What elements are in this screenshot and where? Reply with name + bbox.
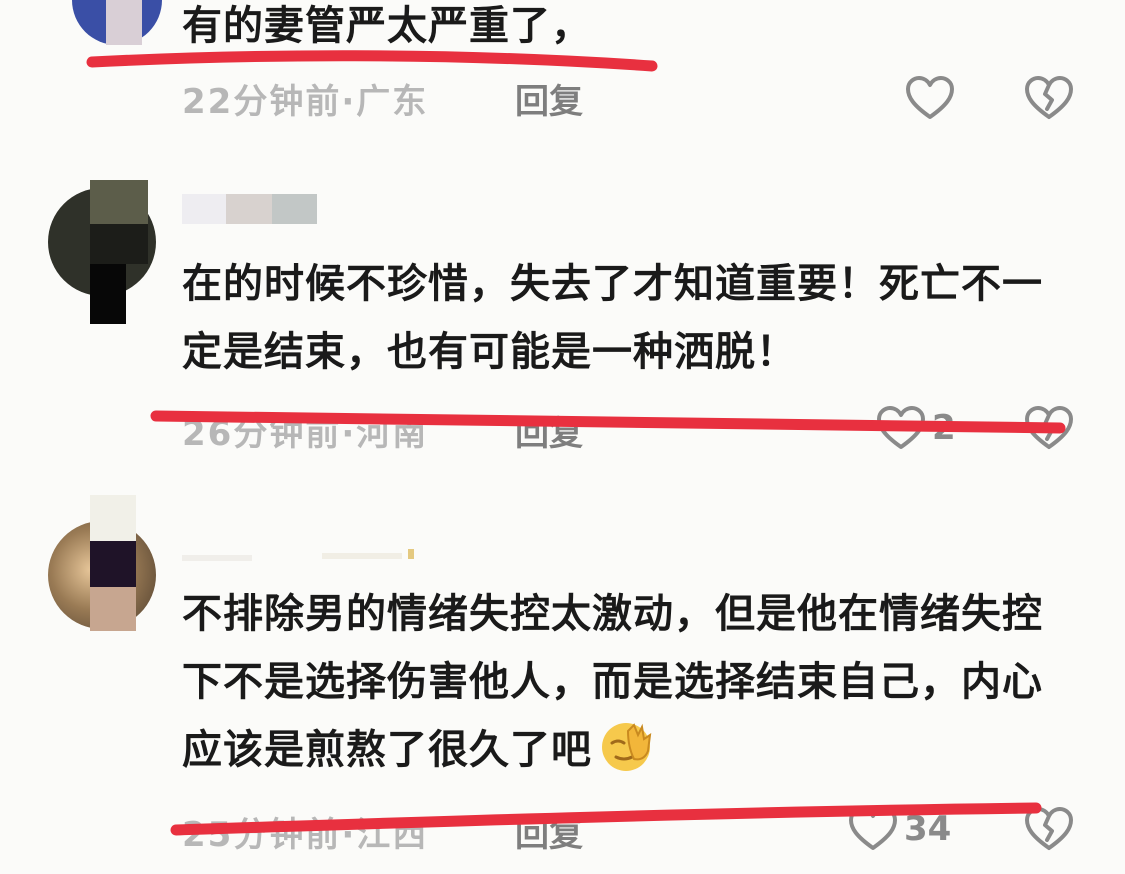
broken-heart-icon[interactable]	[1024, 404, 1074, 452]
heart-outline-icon	[906, 76, 954, 119]
comment-3: 不排除男的情绪失控太激动，但是他在情绪失控下不是选择伤害他人，而是选择结束自己，…	[0, 495, 1125, 874]
meta-separator: ·	[341, 414, 357, 454]
comment-text: 有的妻管严太严重了，	[182, 3, 592, 49]
comment-text: 不排除男的情绪失控太激动，但是他在情绪失控下不是选择伤害他人，而是选择结束自己，…	[182, 580, 1052, 784]
comment-location: 河南	[356, 414, 429, 454]
broken-heart-icon[interactable]	[1024, 74, 1074, 122]
comment-text: 在的时候不珍惜，失去了才知道重要！死亡不一定是结束，也有可能是一种洒脱！	[182, 261, 1043, 375]
comment-meta: 25分钟前·江西	[182, 807, 428, 856]
username[interactable]	[182, 549, 432, 561]
like-button[interactable]	[905, 74, 961, 122]
like-count: 34	[904, 809, 952, 849]
comment-time: 22分钟前	[182, 82, 342, 122]
heart-outline-icon	[849, 807, 897, 850]
comment-1: 有的妻管严太严重了， 22分钟前·广东 回复	[0, 0, 1125, 140]
facepalm-emoji-icon	[598, 717, 658, 773]
meta-separator: ·	[341, 815, 357, 855]
comment-2: 在的时候不珍惜，失去了才知道重要！死亡不一定是结束，也有可能是一种洒脱！ 26分…	[0, 178, 1125, 468]
heart-outline-icon	[877, 406, 925, 449]
broken-heart-icon[interactable]	[1024, 805, 1074, 853]
reply-button[interactable]: 回复	[515, 807, 583, 856]
reply-button[interactable]: 回复	[515, 406, 583, 455]
avatar[interactable]	[48, 495, 156, 631]
comment-location: 江西	[356, 815, 429, 855]
comment-meta: 26分钟前·河南	[182, 406, 428, 455]
comment-location: 广东	[356, 82, 429, 122]
avatar[interactable]	[72, 0, 162, 45]
like-button[interactable]: 34	[848, 805, 951, 853]
like-count: 2	[932, 408, 956, 448]
reply-button[interactable]: 回复	[515, 74, 583, 123]
avatar[interactable]	[48, 180, 156, 324]
username[interactable]	[182, 194, 317, 224]
like-button[interactable]: 2	[876, 404, 956, 452]
comment-time: 26分钟前	[182, 414, 342, 454]
comment-meta: 22分钟前·广东	[182, 74, 428, 123]
meta-separator: ·	[341, 82, 357, 122]
comment-time: 25分钟前	[182, 815, 342, 855]
